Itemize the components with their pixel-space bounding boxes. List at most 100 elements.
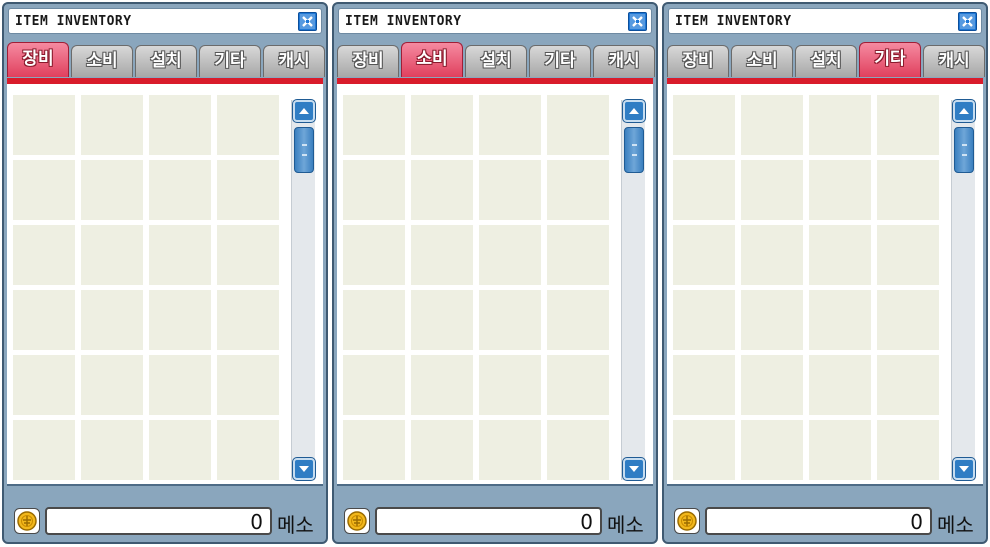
scroll-up-button[interactable] <box>292 99 316 123</box>
inventory-slot[interactable] <box>809 95 871 155</box>
inventory-slot[interactable] <box>673 160 735 220</box>
tab-equip[interactable]: 장비 <box>337 45 399 77</box>
inventory-slot[interactable] <box>877 290 939 350</box>
close-button[interactable] <box>958 12 977 31</box>
scrollbar[interactable] <box>951 99 976 481</box>
inventory-slot[interactable] <box>741 160 803 220</box>
title-bar[interactable]: ITEM INVENTORY <box>668 8 982 34</box>
scroll-up-button[interactable] <box>622 99 646 123</box>
close-button[interactable] <box>298 12 317 31</box>
inventory-slot[interactable] <box>217 355 279 415</box>
inventory-slot[interactable] <box>809 225 871 285</box>
inventory-slot[interactable] <box>673 355 735 415</box>
scrollbar[interactable] <box>291 99 316 481</box>
scrollbar[interactable] <box>621 99 646 481</box>
scroll-down-button[interactable] <box>292 457 316 481</box>
inventory-slot[interactable] <box>217 160 279 220</box>
inventory-slot[interactable] <box>343 420 405 480</box>
inventory-slot[interactable] <box>809 160 871 220</box>
inventory-slot[interactable] <box>343 225 405 285</box>
close-button[interactable] <box>628 12 647 31</box>
title-bar[interactable]: ITEM INVENTORY <box>8 8 322 34</box>
inventory-slot[interactable] <box>81 160 143 220</box>
tab-cash[interactable]: 캐시 <box>593 45 655 77</box>
inventory-slot[interactable] <box>479 420 541 480</box>
inventory-slot[interactable] <box>547 160 609 220</box>
inventory-slot[interactable] <box>343 355 405 415</box>
inventory-slot[interactable] <box>81 420 143 480</box>
inventory-slot[interactable] <box>673 225 735 285</box>
inventory-slot[interactable] <box>343 290 405 350</box>
tab-cash[interactable]: 캐시 <box>923 45 985 77</box>
inventory-slot[interactable] <box>673 290 735 350</box>
inventory-slot[interactable] <box>13 420 75 480</box>
tab-setup[interactable]: 설치 <box>795 45 857 77</box>
tab-equip[interactable]: 장비 <box>7 42 69 77</box>
inventory-slot[interactable] <box>673 420 735 480</box>
inventory-slot[interactable] <box>13 290 75 350</box>
inventory-slot[interactable] <box>149 160 211 220</box>
inventory-slot[interactable] <box>81 225 143 285</box>
inventory-slot[interactable] <box>411 225 473 285</box>
inventory-slot[interactable] <box>673 95 735 155</box>
inventory-slot[interactable] <box>741 225 803 285</box>
inventory-slot[interactable] <box>217 225 279 285</box>
inventory-slot[interactable] <box>547 95 609 155</box>
inventory-slot[interactable] <box>411 95 473 155</box>
tab-etc[interactable]: 기타 <box>529 45 591 77</box>
inventory-slot[interactable] <box>547 225 609 285</box>
tab-use[interactable]: 소비 <box>401 42 463 77</box>
inventory-slot[interactable] <box>13 225 75 285</box>
inventory-slot[interactable] <box>479 225 541 285</box>
scroll-thumb[interactable] <box>294 127 314 173</box>
inventory-slot[interactable] <box>741 290 803 350</box>
inventory-slot[interactable] <box>149 290 211 350</box>
scroll-up-button[interactable] <box>952 99 976 123</box>
inventory-slot[interactable] <box>149 420 211 480</box>
scroll-thumb[interactable] <box>624 127 644 173</box>
inventory-slot[interactable] <box>13 160 75 220</box>
inventory-slot[interactable] <box>809 355 871 415</box>
inventory-slot[interactable] <box>411 355 473 415</box>
inventory-slot[interactable] <box>547 420 609 480</box>
inventory-slot[interactable] <box>877 95 939 155</box>
inventory-slot[interactable] <box>411 160 473 220</box>
inventory-slot[interactable] <box>479 355 541 415</box>
title-bar[interactable]: ITEM INVENTORY <box>338 8 652 34</box>
inventory-slot[interactable] <box>877 225 939 285</box>
scroll-down-button[interactable] <box>622 457 646 481</box>
tab-use[interactable]: 소비 <box>71 45 133 77</box>
inventory-slot[interactable] <box>217 420 279 480</box>
inventory-slot[interactable] <box>547 355 609 415</box>
inventory-slot[interactable] <box>479 160 541 220</box>
inventory-slot[interactable] <box>217 290 279 350</box>
inventory-slot[interactable] <box>809 420 871 480</box>
inventory-slot[interactable] <box>13 95 75 155</box>
inventory-slot[interactable] <box>343 95 405 155</box>
scroll-thumb[interactable] <box>954 127 974 173</box>
inventory-slot[interactable] <box>479 290 541 350</box>
inventory-slot[interactable] <box>149 355 211 415</box>
inventory-slot[interactable] <box>741 355 803 415</box>
tab-etc[interactable]: 기타 <box>199 45 261 77</box>
inventory-slot[interactable] <box>13 355 75 415</box>
inventory-slot[interactable] <box>81 290 143 350</box>
scroll-down-button[interactable] <box>952 457 976 481</box>
inventory-slot[interactable] <box>81 355 143 415</box>
inventory-slot[interactable] <box>809 290 871 350</box>
inventory-slot[interactable] <box>149 95 211 155</box>
inventory-slot[interactable] <box>81 95 143 155</box>
tab-use[interactable]: 소비 <box>731 45 793 77</box>
inventory-slot[interactable] <box>343 160 405 220</box>
inventory-slot[interactable] <box>741 95 803 155</box>
inventory-slot[interactable] <box>217 95 279 155</box>
inventory-slot[interactable] <box>877 420 939 480</box>
tab-cash[interactable]: 캐시 <box>263 45 325 77</box>
inventory-slot[interactable] <box>411 420 473 480</box>
tab-equip[interactable]: 장비 <box>667 45 729 77</box>
tab-etc[interactable]: 기타 <box>859 42 921 77</box>
inventory-slot[interactable] <box>877 355 939 415</box>
tab-setup[interactable]: 설치 <box>135 45 197 77</box>
inventory-slot[interactable] <box>411 290 473 350</box>
inventory-slot[interactable] <box>547 290 609 350</box>
